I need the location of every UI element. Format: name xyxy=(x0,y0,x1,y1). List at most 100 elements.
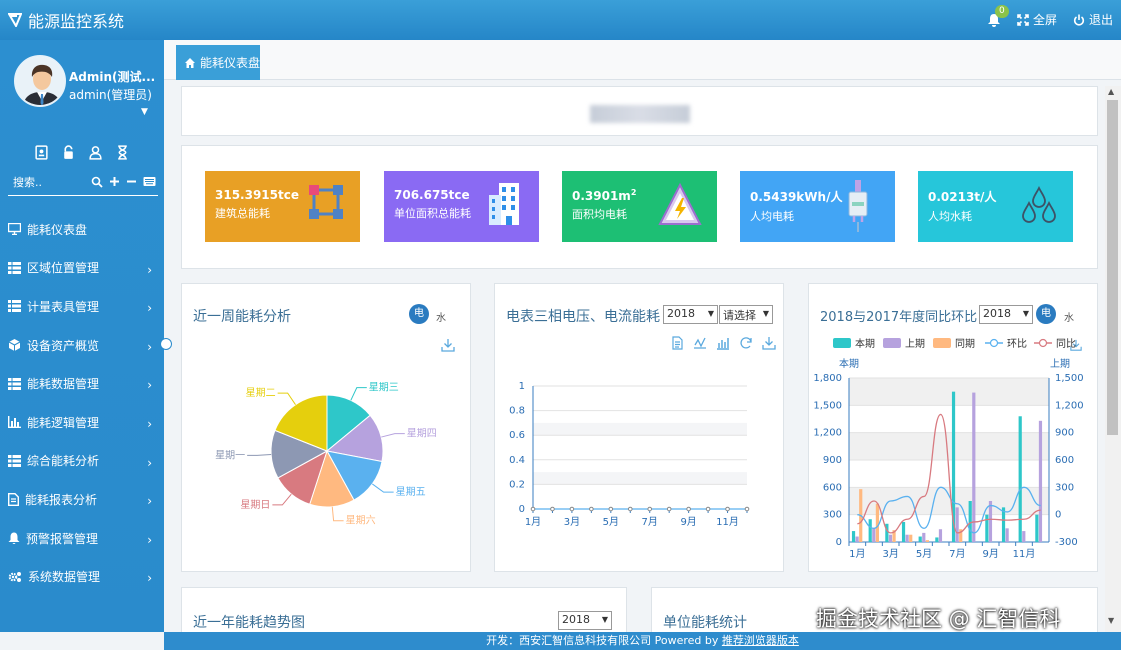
lock-icon[interactable] xyxy=(61,145,76,160)
weekly-pie-chart: 星期三星期四星期五星期六 星期日 星期一 星期二 xyxy=(215,382,437,527)
app-logo[interactable]: 能源监控系统 xyxy=(8,8,124,32)
keyboard-icon[interactable] xyxy=(143,176,156,187)
electricity-toggle-button[interactable]: 电 xyxy=(409,304,429,324)
tab-bar: 能耗仪表盘 xyxy=(164,40,1121,80)
kpi-value-superscript: 2 xyxy=(630,188,637,197)
refresh-icon[interactable] xyxy=(739,336,753,350)
data-point xyxy=(725,506,730,512)
pie-label-line xyxy=(350,387,367,401)
kpi-card-building-total[interactable]: 315.3915tce 建筑总能耗 xyxy=(205,171,360,242)
plug-icon xyxy=(848,180,868,232)
water-toggle-button[interactable]: 水 xyxy=(436,309,446,324)
legend-swatch xyxy=(933,338,951,348)
pie-label: 星期三 xyxy=(369,382,399,394)
x-tick-label: 9月 xyxy=(680,516,696,528)
year-select[interactable]: 2018 ▼ xyxy=(663,305,718,324)
logout-button[interactable]: 退出 xyxy=(1073,11,1113,28)
download-icon[interactable] xyxy=(762,336,776,350)
avatar[interactable] xyxy=(14,55,66,107)
sidebar-item-7[interactable]: 能耗报表分析 › xyxy=(0,480,164,519)
sidebar-item-3[interactable]: 设备资产概览 › xyxy=(0,326,164,365)
scroll-up-arrow-icon[interactable]: ▲ xyxy=(1108,87,1114,96)
y-tick-label: 1 xyxy=(519,381,525,392)
sidebar-item-label: 能耗报表分析 xyxy=(25,492,98,507)
user-avatar-icon xyxy=(16,57,64,105)
notification-button[interactable]: 0 xyxy=(987,4,1009,27)
scrollbar[interactable]: ▲ ▼ xyxy=(1105,86,1121,632)
sidebar-item-label: 计量表具管理 xyxy=(27,299,100,314)
table-icon xyxy=(8,377,21,390)
kpi-value-text: 0.3901m xyxy=(572,189,631,203)
logo-icon xyxy=(8,13,22,27)
search-icon[interactable] xyxy=(91,176,103,188)
grid-band xyxy=(849,378,1049,406)
fullscreen-button[interactable]: 全屏 xyxy=(1017,11,1057,28)
right-y-tick-label: 0 xyxy=(1055,510,1061,521)
app-title: 能源监控系统 xyxy=(28,12,125,31)
right-y-tick-label: 1,500 xyxy=(1055,373,1084,384)
id-card-icon[interactable] xyxy=(34,145,49,160)
sidebar-item-8[interactable]: 预警报警管理 › xyxy=(0,519,164,558)
data-point xyxy=(744,506,750,512)
electricity-toggle-button[interactable]: 电 xyxy=(1036,304,1056,324)
tab-dashboard[interactable]: 能耗仪表盘 xyxy=(176,45,260,80)
yoy-combo-chart: 本期 上期 同期 环比 同比本期 上期03006009001,2001,5001,800-… xyxy=(813,337,1084,560)
sidebar-item-label: 能耗逻辑管理 xyxy=(27,415,100,430)
sidebar-item-1[interactable]: 区域位置管理 › xyxy=(0,249,164,288)
bar-本期 xyxy=(1035,514,1039,542)
data-point xyxy=(530,506,536,512)
bar-本期 xyxy=(918,536,922,542)
grid-band xyxy=(533,472,747,485)
hourglass-icon[interactable] xyxy=(115,145,130,160)
sidebar-item-2[interactable]: 计量表具管理 › xyxy=(0,287,164,326)
bar-上期 xyxy=(888,534,893,542)
pie-label-line xyxy=(331,506,344,522)
left-axis-name: 本期 xyxy=(839,357,859,370)
sidebar-item-0[interactable]: 能耗仪表盘 xyxy=(0,210,164,249)
water-toggle-button[interactable]: 水 xyxy=(1064,309,1074,324)
meter-select[interactable]: 请选择 ▼ xyxy=(719,305,773,324)
browser-version-link[interactable]: 推荐浏览器版本 xyxy=(722,634,799,647)
sidebar-item-label: 设备资产概览 xyxy=(27,338,100,353)
y-tick-label: 0.2 xyxy=(509,479,525,490)
user-icon[interactable] xyxy=(88,145,103,160)
fullscreen-label: 全屏 xyxy=(1032,13,1057,27)
select-arrow-icon: ▼ xyxy=(707,309,714,318)
kpi-card-area-electricity[interactable]: 0.3901m2 面积均电耗 xyxy=(562,171,717,242)
x-tick-label: 11月 xyxy=(716,516,739,528)
scrollbar-thumb[interactable] xyxy=(1107,100,1118,435)
sidebar-search[interactable]: 搜索.. xyxy=(8,168,158,196)
data-view-icon[interactable] xyxy=(671,336,684,350)
year-select[interactable]: 2018 ▼ xyxy=(979,305,1033,324)
pie-label: 星期日 xyxy=(240,499,270,511)
plus-icon[interactable] xyxy=(109,176,120,187)
bar-chart-icon[interactable] xyxy=(716,336,730,350)
panel-title: 单位能耗统计 xyxy=(663,615,747,631)
chevron-right-icon: › xyxy=(147,455,152,470)
sidebar-item-4[interactable]: 能耗数据管理 › xyxy=(0,364,164,403)
sidebar-item-5[interactable]: 能耗逻辑管理 › xyxy=(0,403,164,442)
kpi-card-per-capita-water[interactable]: 0.0213t/人 人均水耗 xyxy=(918,171,1073,242)
right-y-tick-label: -300 xyxy=(1055,537,1078,548)
legend-label: 上期 xyxy=(905,338,925,350)
chevron-right-icon: › xyxy=(147,532,152,547)
bar-上期 xyxy=(938,529,943,542)
minus-icon[interactable] xyxy=(126,176,137,187)
user-menu-caret-icon[interactable]: ▼ xyxy=(141,107,148,117)
sidebar-search-input[interactable]: 搜索.. xyxy=(8,174,85,190)
x-tick-label: 7月 xyxy=(642,516,658,528)
line-chart-icon[interactable] xyxy=(693,336,707,350)
kpi-card-unit-area-total[interactable]: 706.675tce 单位面积总能耗 xyxy=(384,171,539,242)
x-tick-label: 11月 xyxy=(1013,548,1036,560)
sidebar-item-9[interactable]: 系统数据管理 › xyxy=(0,557,164,596)
pie-label: 星期一 xyxy=(215,449,245,461)
sidebar-collapse-toggle[interactable] xyxy=(160,338,172,350)
sidebar-item-6[interactable]: 综合能耗分析 › xyxy=(0,442,164,481)
year-select[interactable]: 2018 ▼ xyxy=(558,611,612,630)
scroll-down-arrow-icon[interactable]: ▼ xyxy=(1108,616,1114,625)
kpi-card-per-capita-electricity[interactable]: 0.5439kWh/人 人均电耗 xyxy=(740,171,895,242)
bar-chart-icon xyxy=(8,416,21,429)
expand-icon xyxy=(1017,13,1029,26)
sidebar: Admin(测试... admin(管理员) ▼ 搜索.. 能耗仪表盘 区域位置管… xyxy=(0,40,164,632)
pie-label-line xyxy=(247,454,272,456)
